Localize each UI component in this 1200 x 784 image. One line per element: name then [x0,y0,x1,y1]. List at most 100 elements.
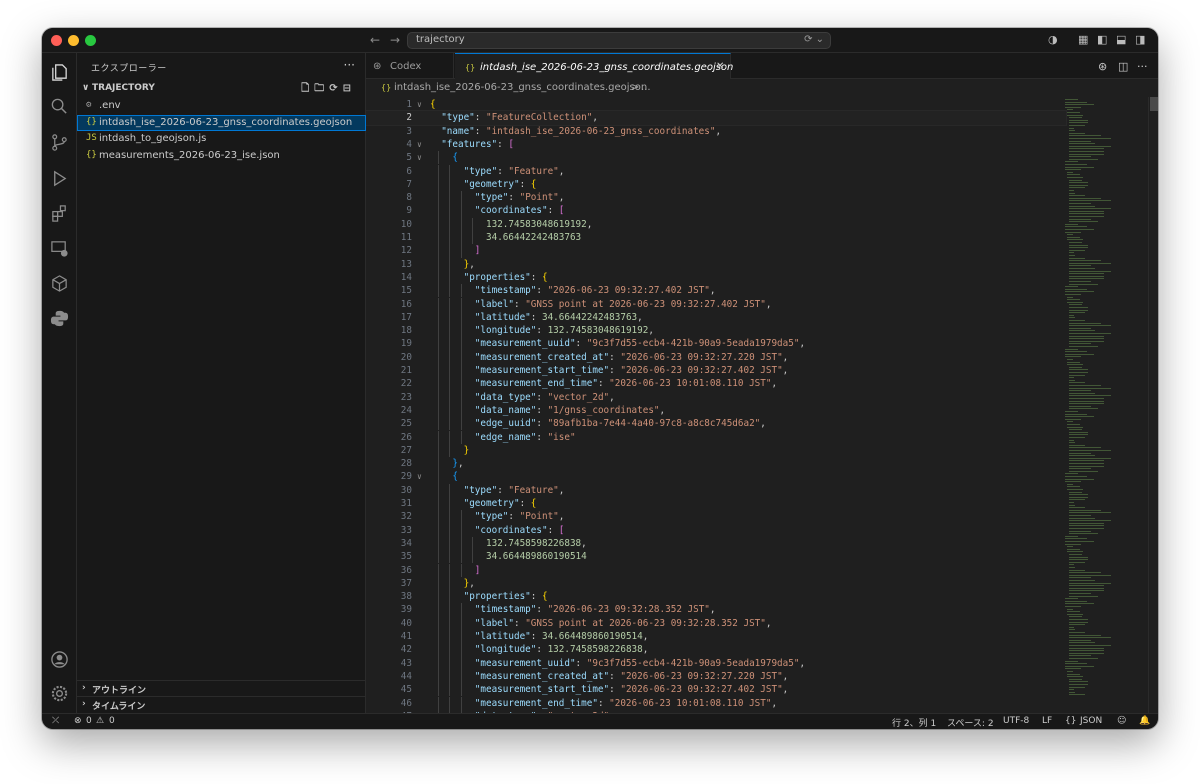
file-item[interactable]: {} intdash_ise_2026-06-23_gnss_coordinate… [77,114,366,131]
breadcrumb-file[interactable]: intdash_ise_2026-06-23_gnss_coordinates.… [394,82,647,93]
code-line[interactable]: 29 ∨ { [366,470,1066,484]
folder-section-header[interactable]: ∨ TRAJECTORY 🗋🗀⟳⊟ [77,81,366,97]
language-mode[interactable]: JSON [1080,716,1102,726]
code-line[interactable]: 3 "name": "intdash_ise_2026-06-23_gnss_co… [366,125,1066,138]
code-line[interactable]: 27} [366,443,1066,458]
code-line[interactable]: 10 132.74583048619192, [366,217,1066,231]
warning-icon[interactable]: ⚠ [96,716,104,726]
more-actions-icon[interactable]: ··· [1137,60,1148,73]
python-icon[interactable] [50,309,69,328]
file-encoding[interactable]: UTF-8 [1003,716,1029,726]
code-line[interactable]: 25 "edge_uuid": "89afb1ba-7e44-4a40-97c8-… [366,417,1066,431]
chat-icon[interactable]: ⟳ ⌄ [804,34,824,45]
code-line[interactable]: 41 "latitude": 34.664489860190514, [366,630,1066,644]
search-icon[interactable] [50,97,69,116]
fold-chevron-icon[interactable]: ∨ [417,138,422,151]
containers-icon[interactable] [50,274,69,293]
file-item[interactable]: ⚙ .env [77,98,366,114]
code-line[interactable]: 17 "latitude": 34.66442242483763, [366,310,1066,325]
vertical-scrollbar[interactable] [1148,97,1158,713]
scrollbar-thumb[interactable] [1150,97,1158,111]
code-line[interactable]: 14 "properties": { [366,270,1066,285]
code-line[interactable]: 21 "measurement_start_time": "2026-06-23 … [366,364,1066,378]
error-count[interactable]: 0 [86,716,92,726]
code-line[interactable]: 13}, [366,257,1066,271]
code-line[interactable]: 6 "type": "Feature", [366,164,1066,178]
code-line[interactable]: 19 "measurement_uuid": "9c3f7d55-ecb4-421… [366,337,1066,351]
code-line[interactable]: 16 "label": "GNSS point at 2026-06-23 09:… [366,297,1066,311]
run-debug-icon[interactable] [50,169,69,188]
openai-icon[interactable]: ⊛ [1098,60,1107,73]
notifications-bell-icon[interactable]: 🔔 [1139,716,1150,726]
explorer-toolbar-icons[interactable]: 🗋🗀⟳⊟ [301,81,356,98]
code-line[interactable]: 2 "type": "FeatureCollection", [366,110,1067,126]
code-line[interactable]: 32 "type": "Point", [366,510,1066,524]
code-line[interactable]: 8 "type": "Point", [366,191,1066,205]
explorer-more-actions-button[interactable]: ··· [344,58,355,72]
minimize-window-button[interactable] [68,35,79,46]
code-line[interactable]: 11 34.66442242483763 [366,231,1066,245]
file-item[interactable]: {} measurements_2026-06-23_ise.json [77,148,366,164]
code-line[interactable]: 18 "longitude": 132.74583048619192, [366,324,1066,338]
account-icon[interactable] [50,650,69,669]
code-line[interactable]: 15 "timestamp": "2026-06-23 09:32:27.402 … [366,284,1066,298]
indentation-setting[interactable]: スペース: 2 [947,716,994,729]
code-editor[interactable]: 1 ∨ {2 "type": "FeatureCollection", 3 "name":… [366,97,1158,713]
code-line[interactable]: 45 "measurement_start_time": "2026-06-23 … [366,683,1066,697]
code-line[interactable]: 36] [366,563,1066,577]
breadcrumb-rest[interactable]: ... [641,82,651,93]
code-line[interactable]: 1 ∨ { [366,98,1066,111]
tab-geojson-file[interactable]: {} intdash_ise_2026-06-23_gnss_coordinat… [455,53,733,79]
code-line[interactable]: 43 "measurement_uuid": "9c3f7d55-ecb4-421… [366,656,1066,670]
fold-chevron-icon[interactable]: ∨ [417,151,422,164]
copilot-icon[interactable]: ◑ [1048,33,1058,47]
outline-section-header[interactable]: › アウトライン [77,680,366,696]
code-line[interactable]: 44 "measurement_created_at": "2026-06-23 … [366,669,1066,684]
command-center-search[interactable]: trajectory ⟳ ⌄ [407,32,831,49]
code-line[interactable]: 31 "geometry": { [366,497,1066,511]
source-control-icon[interactable] [50,133,69,152]
fold-chevron-icon[interactable]: ∨ [417,98,422,111]
code-line[interactable]: 46 "measurement_end_time": "2026-06-23 10… [366,696,1066,710]
code-line[interactable]: 28}, [366,457,1066,471]
code-line[interactable]: 40 "label": "GNSS point at 2026-06-23 09:… [366,616,1066,630]
minimap[interactable] [1062,97,1146,713]
toggle-secondary-sidebar-icon[interactable]: ◨ [1135,33,1145,47]
code-line[interactable]: 37}, [366,576,1066,591]
code-line[interactable]: 35 34.664489860190514 [366,550,1066,564]
code-line[interactable]: 20 "measurement_created_at": "2026-06-23 … [366,350,1066,364]
code-line[interactable]: 24 "data_name": "1/gnss_coordinates", [366,403,1066,418]
code-line[interactable]: 39 "timestamp": "2026-06-23 09:32:28.352 … [366,603,1066,617]
split-editor-icon[interactable]: ◫ [1118,60,1128,73]
code-line[interactable]: 4 ∨ "features": [ [366,138,1066,151]
code-line[interactable]: 26 "edge_name": "ise" [366,430,1066,444]
explorer-files-icon[interactable] [50,63,69,82]
code-line[interactable]: 23 "data_type": "vector_2d", [366,390,1066,404]
settings-gear-icon[interactable] [50,684,69,703]
code-line[interactable]: 7 "geometry": { [366,177,1066,192]
tab-codex[interactable]: ⊛ Codex [366,53,454,79]
code-line[interactable]: 42 "longitude": 132.7458598226838, [366,643,1066,657]
warning-count[interactable]: 0 [109,716,115,726]
code-line[interactable]: 5 ∨ { [366,151,1066,165]
cursor-position[interactable]: 行 2、列 1 [892,716,936,729]
code-line[interactable]: 30 "type": "Feature", [366,483,1066,497]
code-line[interactable]: 22 "measurement_end_time": "2026-06-23 10… [366,377,1066,391]
code-line[interactable]: 9 "coordinates": [ [366,204,1066,218]
file-item[interactable]: JS intdash_to_geojson.js [77,131,366,147]
fold-chevron-icon[interactable]: ∨ [417,470,422,483]
error-icon[interactable]: ⊗ [74,716,82,726]
back-arrow-icon[interactable]: ← [370,33,380,47]
close-window-button[interactable] [51,35,62,46]
timeline-section-header[interactable]: › タイムライン [77,696,366,712]
code-line[interactable]: 12] [366,244,1066,258]
maximize-window-button[interactable] [85,35,96,46]
toggle-panel-icon[interactable]: ⬓ [1116,33,1126,47]
end-of-line[interactable]: LF [1042,716,1052,726]
close-icon[interactable]: ✕ [716,61,724,72]
extensions-icon[interactable] [50,204,69,223]
remote-explorer-icon[interactable] [50,239,69,258]
code-line[interactable]: 38 "properties": { [366,590,1066,604]
copilot-status-icon[interactable]: ☺ [1117,716,1126,726]
customize-layout-icon[interactable]: ▦ [1078,33,1088,47]
